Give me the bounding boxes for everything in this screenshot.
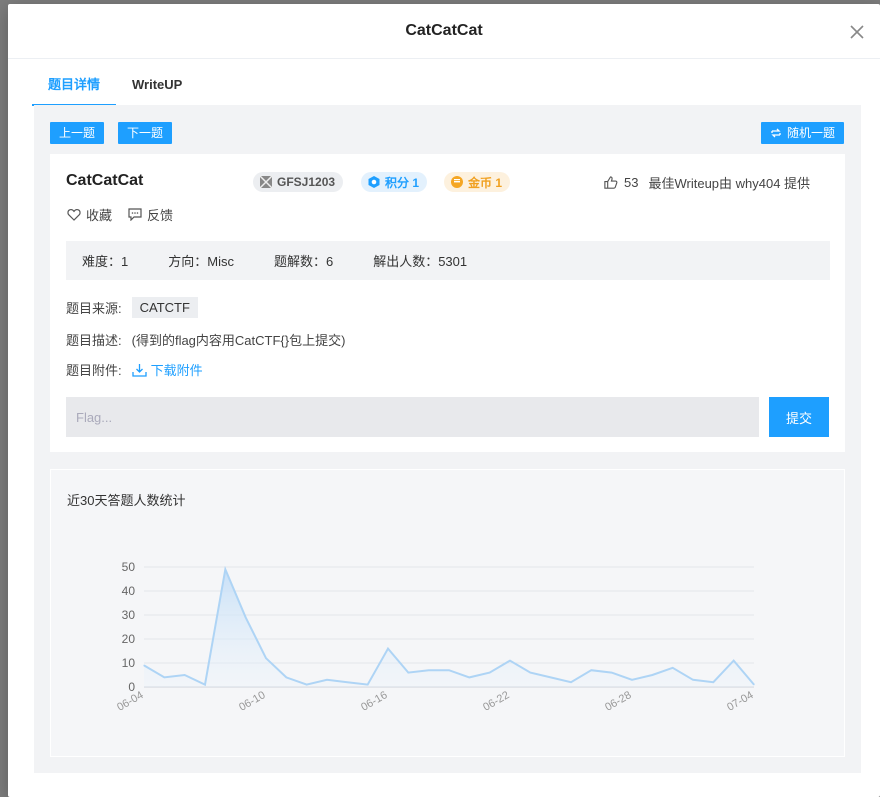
- description-text: (得到的flag内容用CatCTF{}包上提交): [131, 333, 346, 348]
- source-row: 题目来源: CATCTF: [66, 297, 198, 318]
- feedback-label: 反馈: [147, 208, 174, 223]
- description-row: 题目描述: (得到的flag内容用CatCTF{}包上提交): [66, 330, 345, 349]
- coin-icon: [451, 176, 463, 188]
- likes-area: 53 最佳Writeup由 why404 提供: [603, 173, 810, 192]
- x-tick-label: 07-04: [725, 689, 755, 713]
- data-point: [550, 676, 552, 678]
- y-tick-label: 40: [122, 584, 136, 598]
- data-point: [570, 681, 572, 683]
- hexagon-icon: [368, 176, 380, 188]
- solvers-chart: 0102030405006-04 06-10 06-16 06-22 06-28 07-0…: [115, 560, 755, 714]
- favorite-label: 收藏: [86, 208, 113, 223]
- attachment-row: 题目附件: 下载附件: [66, 360, 203, 379]
- random-challenge-label: 随机一题: [787, 126, 836, 140]
- data-point: [224, 568, 226, 570]
- data-point: [468, 676, 470, 678]
- y-tick-label: 20: [122, 632, 136, 646]
- data-point: [529, 672, 531, 674]
- score-badge: 积分 1: [361, 172, 428, 192]
- challenge-title: CatCatCat: [66, 172, 144, 189]
- data-point: [306, 684, 308, 686]
- data-point: [428, 669, 430, 671]
- data-point: [265, 657, 267, 659]
- modal-header: CatCatCat: [8, 4, 880, 59]
- data-point: [692, 679, 694, 681]
- prev-challenge-button[interactable]: 上一题: [50, 122, 105, 144]
- challenge-actions: 收藏 反馈: [67, 205, 173, 224]
- shuffle-icon: [771, 128, 781, 138]
- close-icon[interactable]: [848, 23, 866, 41]
- challenge-modal: CatCatCat 题目详情 WriteUP 上一题 下一题 随机一题 CatC…: [8, 4, 880, 797]
- chart-card: 近30天答题人数统计 0 10 20 30 40 50 06-04 06-10 06-16 06-…: [50, 469, 845, 757]
- data-point: [163, 676, 165, 678]
- data-point: [509, 660, 511, 662]
- modal-title: CatCatCat: [405, 22, 483, 39]
- data-point: [326, 679, 328, 681]
- y-tick-label: 10: [122, 656, 136, 670]
- next-challenge-label: 下一题: [127, 126, 164, 140]
- thumbs-up-icon[interactable]: [603, 175, 618, 190]
- submit-button[interactable]: 提交: [769, 397, 829, 437]
- favorite-button[interactable]: 收藏: [67, 205, 112, 224]
- likes-count: 53: [624, 175, 639, 190]
- x-tick-label: 06-10: [237, 689, 267, 713]
- solves-stat: 题解数：6: [273, 254, 334, 269]
- flag-input[interactable]: [66, 397, 759, 437]
- next-challenge-button[interactable]: 下一题: [118, 122, 173, 144]
- tab-bar: 题目详情 WriteUP: [32, 68, 198, 106]
- score-value: 积分 1: [385, 175, 420, 190]
- data-point: [672, 667, 674, 669]
- difficulty-stat: 难度：1: [82, 254, 129, 269]
- source-label: 题目来源:: [66, 301, 122, 316]
- data-point: [448, 669, 450, 671]
- data-point: [753, 684, 755, 686]
- attachment-label: 题目附件:: [66, 363, 122, 378]
- source-tag: CATCTF: [131, 297, 198, 318]
- feedback-button[interactable]: 反馈: [128, 205, 173, 224]
- data-point: [733, 660, 735, 662]
- grid-icon: [259, 175, 273, 189]
- prev-challenge-label: 上一题: [59, 126, 96, 140]
- data-point: [367, 684, 369, 686]
- download-icon: [131, 363, 147, 377]
- best-writeup-text: 最佳Writeup由 why404 提供: [648, 176, 811, 191]
- data-point: [204, 684, 206, 686]
- data-point: [631, 679, 633, 681]
- x-tick-label: 06-16: [359, 689, 389, 713]
- data-point: [184, 674, 186, 676]
- download-attachment-label: 下载附件: [150, 363, 203, 378]
- y-tick-label: 30: [122, 608, 136, 622]
- coin-value: 金币 1: [468, 175, 503, 190]
- data-point: [489, 672, 491, 674]
- y-tick-label: 50: [122, 560, 136, 574]
- details-panel: 上一题 下一题 随机一题 CatCatCat GFSJ1203 积分 1 金币 …: [34, 105, 861, 773]
- data-point: [285, 676, 287, 678]
- data-point: [407, 672, 409, 674]
- data-point: [346, 681, 348, 683]
- x-tick-label: 06-28: [603, 689, 633, 713]
- comment-icon: [128, 208, 142, 221]
- data-point: [611, 672, 613, 674]
- data-point: [590, 669, 592, 671]
- random-challenge-button[interactable]: 随机一题: [761, 122, 845, 144]
- download-attachment-link[interactable]: 下载附件: [131, 360, 203, 379]
- challenge-card: CatCatCat GFSJ1203 积分 1 金币 1 53 最佳Writeu…: [50, 154, 845, 452]
- data-point: [712, 681, 714, 683]
- tab-details[interactable]: 题目详情: [32, 68, 117, 106]
- challenge-code: GFSJ1203: [277, 175, 336, 189]
- x-tick-label: 06-22: [481, 689, 511, 713]
- heart-icon: [67, 209, 81, 221]
- coin-badge: 金币 1: [444, 172, 511, 192]
- solvers-stat: 解出人数：5301: [373, 254, 468, 269]
- challenge-code-badge: GFSJ1203: [253, 172, 344, 192]
- data-point: [245, 616, 247, 618]
- description-label: 题目描述:: [66, 333, 122, 348]
- stats-bar: 难度：1 方向：Misc 题解数：6 解出人数：5301: [66, 241, 830, 280]
- data-point: [143, 664, 145, 666]
- tab-writeup[interactable]: WriteUP: [116, 68, 198, 106]
- direction-stat: 方向：Misc: [168, 254, 234, 269]
- data-point: [651, 674, 653, 676]
- data-point: [387, 648, 389, 650]
